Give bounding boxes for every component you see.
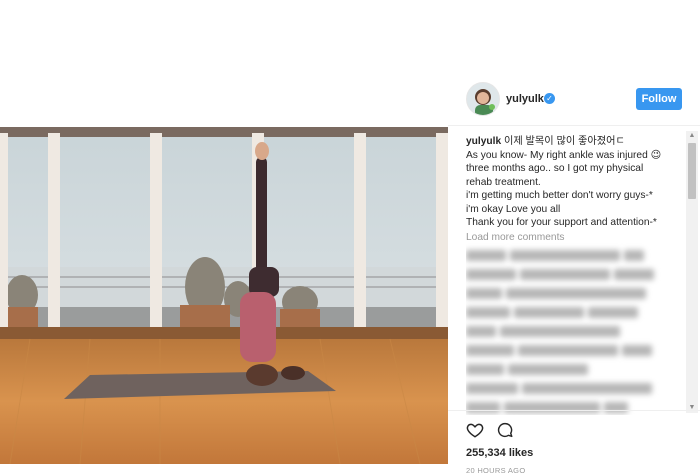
caption-line: i'm okay Love you all — [466, 203, 561, 215]
list-item — [466, 250, 684, 264]
verified-badge-icon: ✓ — [544, 93, 555, 104]
caption: yulyulk 이제 발목이 많이 좋아졌어ㄷ — [466, 135, 684, 149]
like-count[interactable]: 255,334 likes — [466, 447, 533, 459]
list-item — [466, 269, 684, 283]
comments-scrollbar[interactable]: ▲ ▼ — [686, 131, 698, 413]
blurred-comments — [466, 250, 684, 415]
comment-icon[interactable] — [496, 421, 514, 439]
caption-line: rehab treatment. — [466, 176, 541, 188]
caption-line: 이제 발목이 많이 좋아졌어ㄷ — [503, 136, 625, 147]
list-item — [466, 345, 684, 359]
post-photo[interactable] — [0, 127, 448, 464]
comments-list: yulyulk 이제 발목이 많이 좋아졌어ㄷ As you know- My … — [466, 135, 684, 415]
list-item — [466, 326, 684, 340]
caption-line: Thank you for your support and attention… — [466, 217, 657, 228]
avatar[interactable] — [466, 82, 500, 116]
scroll-thumb[interactable] — [688, 143, 696, 199]
list-item — [466, 383, 684, 397]
yoga-headstand-photo — [0, 127, 448, 464]
caption-username[interactable]: yulyulk — [466, 136, 501, 147]
load-more-comments-link[interactable]: Load more comments — [466, 231, 684, 245]
scroll-up-arrow-icon[interactable]: ▲ — [686, 131, 698, 141]
post-header: yulyulk ✓ Follow — [448, 74, 700, 126]
post-timestamp: 20 HOURS AGO — [466, 466, 526, 474]
list-item — [466, 307, 684, 321]
list-item — [466, 288, 684, 302]
caption-line: i'm getting much better don't worry guys… — [466, 190, 653, 201]
post-sidebar: yulyulk ✓ Follow yulyulk 이제 발목이 많이 좋아졌어ㄷ… — [448, 74, 700, 474]
caption-line: three months ago.. so I got my physical — [466, 163, 644, 174]
username-link[interactable]: yulyulk — [506, 93, 544, 105]
follow-button[interactable]: Follow — [636, 88, 682, 110]
caption-line: As you know- My right ankle was injured … — [466, 149, 662, 161]
post-actions: 255,334 likes 20 HOURS AGO — [448, 410, 700, 474]
list-item — [466, 364, 684, 378]
avatar-image — [467, 83, 499, 115]
heart-icon[interactable] — [466, 421, 484, 439]
